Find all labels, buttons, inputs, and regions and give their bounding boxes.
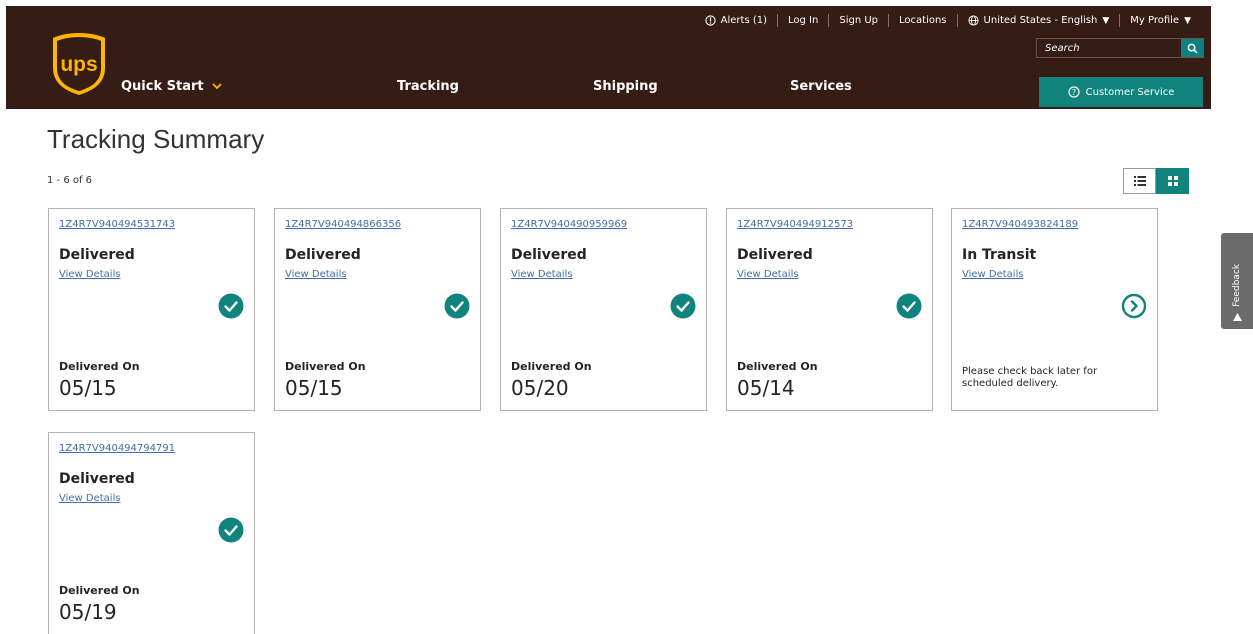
search-icon (1187, 43, 1198, 54)
tracking-number-link[interactable]: 1Z4R7V940494794791 (59, 443, 175, 454)
nav-services-label: Services (790, 79, 852, 94)
search-input[interactable] (1037, 39, 1181, 57)
nav-quick-start-label: Quick Start (121, 79, 204, 94)
tracking-number-link[interactable]: 1Z4R7V940494531743 (59, 219, 175, 230)
signup-label: Sign Up (839, 15, 879, 26)
tracking-number-link[interactable]: 1Z4R7V940494866356 (285, 219, 401, 230)
signup-link[interactable]: Sign Up (829, 15, 888, 26)
check-circle-icon (218, 517, 244, 543)
nav-shipping-label: Shipping (593, 79, 658, 94)
arrow-right-circle-icon (1121, 293, 1147, 319)
locale-label: United States - English (983, 15, 1098, 26)
customer-service-label: Customer Service (1085, 86, 1175, 98)
feedback-label: Feedback (1232, 264, 1242, 307)
nav-tracking[interactable]: Tracking (397, 79, 459, 94)
feedback-tab[interactable]: Feedback (1221, 233, 1253, 329)
shipment-status: Delivered (511, 247, 587, 263)
check-circle-icon (444, 293, 470, 319)
alerts-label: Alerts (1) (720, 15, 768, 26)
delivered-on-label: Delivered On (59, 360, 140, 373)
nav-tracking-label: Tracking (397, 79, 459, 94)
search-button[interactable] (1181, 39, 1203, 57)
delivered-on-label: Delivered On (737, 360, 818, 373)
delivered-on-label: Delivered On (511, 360, 592, 373)
locale-dropdown[interactable]: United States - English ▼ (958, 15, 1120, 26)
shipment-status: Delivered (737, 247, 813, 263)
login-link[interactable]: Log In (778, 15, 828, 26)
utility-nav: Alerts (1) Log In Sign Up Locations Unit… (695, 14, 1201, 27)
grid-view-button[interactable] (1156, 168, 1189, 194)
delivery-date: 05/15 (59, 376, 117, 400)
grid-view-icon (1167, 176, 1178, 186)
nav-shipping[interactable]: Shipping (593, 79, 658, 94)
alert-info-icon (705, 15, 716, 26)
check-circle-icon (218, 293, 244, 319)
tracking-number-link[interactable]: 1Z4R7V940493824189 (962, 219, 1078, 230)
delivered-on-label: Delivered On (59, 584, 140, 597)
view-details-link[interactable]: View Details (59, 493, 121, 504)
page-title: Tracking Summary (47, 124, 265, 154)
nav-quick-start[interactable]: Quick Start (121, 79, 222, 94)
shipment-status: Delivered (285, 247, 361, 263)
list-view-button[interactable] (1123, 168, 1156, 194)
customer-service-button[interactable]: ? Customer Service (1039, 77, 1203, 107)
tracking-number-link[interactable]: 1Z4R7V940490959969 (511, 219, 627, 230)
delivery-date: 05/15 (285, 376, 343, 400)
view-details-link[interactable]: View Details (737, 269, 799, 280)
delivery-date: 05/20 (511, 376, 569, 400)
nav-services[interactable]: Services (790, 79, 852, 94)
site-header: ups Alerts (1) Log In Sign Up Locations … (6, 6, 1211, 109)
search-box (1036, 38, 1204, 58)
chevron-down-icon (211, 83, 222, 90)
shipment-card: 1Z4R7V940494866356 Delivered View Detail… (274, 208, 481, 411)
view-details-link[interactable]: View Details (511, 269, 573, 280)
view-details-link[interactable]: View Details (285, 269, 347, 280)
chevron-down-icon: ▼ (1184, 15, 1191, 26)
shipment-card: 1Z4R7V940494531743 Delivered View Detail… (48, 208, 255, 411)
shipment-status: Delivered (59, 471, 135, 487)
triangle-up-icon (1232, 313, 1242, 321)
locations-link[interactable]: Locations (889, 15, 957, 26)
check-circle-icon (896, 293, 922, 319)
shipment-card: 1Z4R7V940493824189 In Transit View Detai… (951, 208, 1158, 411)
globe-icon (967, 15, 979, 26)
delivered-on-label: Delivered On (285, 360, 366, 373)
profile-dropdown[interactable]: My Profile ▼ (1120, 15, 1201, 26)
delivery-date: 05/14 (737, 376, 795, 400)
tracking-number-link[interactable]: 1Z4R7V940494912573 (737, 219, 853, 230)
view-details-link[interactable]: View Details (59, 269, 121, 280)
profile-label: My Profile (1130, 15, 1180, 26)
logo-text: ups (60, 53, 97, 76)
shipment-status: Delivered (59, 247, 135, 263)
chevron-down-icon: ▼ (1102, 15, 1110, 26)
check-circle-icon (670, 293, 696, 319)
alerts-link[interactable]: Alerts (1) (695, 15, 777, 26)
delivery-date: 05/19 (59, 600, 117, 624)
locations-label: Locations (899, 15, 947, 26)
svg-text:?: ? (1072, 88, 1076, 97)
list-view-icon (1133, 176, 1146, 186)
results-count: 1 - 6 of 6 (47, 175, 93, 186)
shipment-card: 1Z4R7V940494794791 Delivered View Detail… (48, 432, 255, 634)
transit-message: Please check back later for scheduled de… (962, 366, 1098, 389)
view-toggle (1123, 168, 1189, 194)
shipment-card: 1Z4R7V940494912573 Delivered View Detail… (726, 208, 933, 411)
help-circle-icon: ? (1068, 86, 1080, 98)
shipment-card: 1Z4R7V940490959969 Delivered View Detail… (500, 208, 707, 411)
shipment-status: In Transit (962, 247, 1037, 263)
login-label: Log In (788, 15, 819, 26)
view-details-link[interactable]: View Details (962, 269, 1024, 280)
ups-logo[interactable]: ups (51, 32, 107, 96)
